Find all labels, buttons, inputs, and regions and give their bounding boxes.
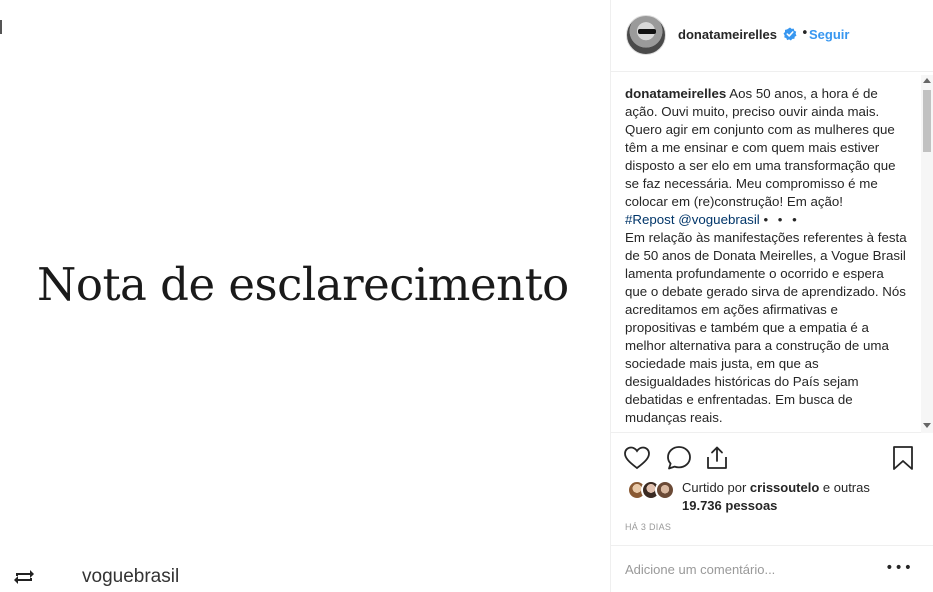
header-username[interactable]: donatameirelles (678, 27, 777, 42)
window-edge-mark (0, 20, 3, 34)
window-edge (0, 0, 3, 592)
likes-middle: e outras (819, 480, 870, 495)
header-separator: • (801, 26, 809, 41)
avatar-glasses (638, 29, 656, 34)
avatar[interactable] (626, 15, 666, 55)
caption-text-1: Aos 50 anos, a hora é de ação. Ouvi muit… (625, 86, 896, 209)
comment-input[interactable] (625, 558, 880, 580)
caption: donatameirelles Aos 50 anos, a hora é de… (625, 85, 907, 427)
likes-text: Curtido por crissoutelo e outras 19.736 … (682, 479, 912, 515)
scroll-down-arrow-icon[interactable] (923, 423, 931, 428)
likes-section: Curtido por crissoutelo e outras 19.736 … (611, 478, 933, 518)
follow-button[interactable]: Seguir (809, 27, 849, 42)
caption-text-2: Em relação às manifestações referentes à… (625, 230, 907, 425)
repost-bar: voguebrasil (0, 562, 610, 592)
image-headline: Nota de esclarecimento (37, 258, 569, 311)
caption-username[interactable]: donatameirelles (625, 86, 726, 101)
scrollbar-thumb[interactable] (923, 90, 931, 152)
action-bar (611, 440, 933, 476)
share-icon[interactable] (703, 444, 731, 472)
caption-area: donatameirelles Aos 50 anos, a hora é de… (611, 73, 933, 433)
comment-icon[interactable] (665, 444, 693, 472)
verified-badge-icon (783, 27, 797, 41)
post-timestamp[interactable]: HÁ 3 DIAS (625, 522, 671, 532)
likes-count[interactable]: 19.736 pessoas (682, 498, 777, 513)
post-image[interactable]: Nota de esclarecimento voguebrasil (0, 0, 610, 592)
caption-mention[interactable]: @voguebrasil (678, 212, 760, 227)
post-header: donatameirelles • Seguir (611, 0, 933, 72)
post-sidebar: donatameirelles • Seguir donatameirelles… (611, 0, 933, 592)
liker-avatar (655, 480, 675, 500)
scroll-up-arrow-icon[interactable] (923, 78, 931, 83)
repost-username[interactable]: voguebrasil (82, 566, 179, 588)
bookmark-icon[interactable] (889, 444, 917, 472)
heart-icon[interactable] (623, 444, 651, 472)
liker-avatars[interactable] (627, 480, 679, 502)
repost-icon (14, 570, 34, 584)
comment-box: ••• (611, 545, 933, 592)
likes-prefix: Curtido por (682, 480, 750, 495)
caption-hashtag[interactable]: #Repost (625, 212, 675, 227)
likes-user[interactable]: crissoutelo (750, 480, 819, 495)
more-options-icon[interactable]: ••• (885, 560, 913, 576)
caption-dots: • • • (763, 212, 800, 227)
